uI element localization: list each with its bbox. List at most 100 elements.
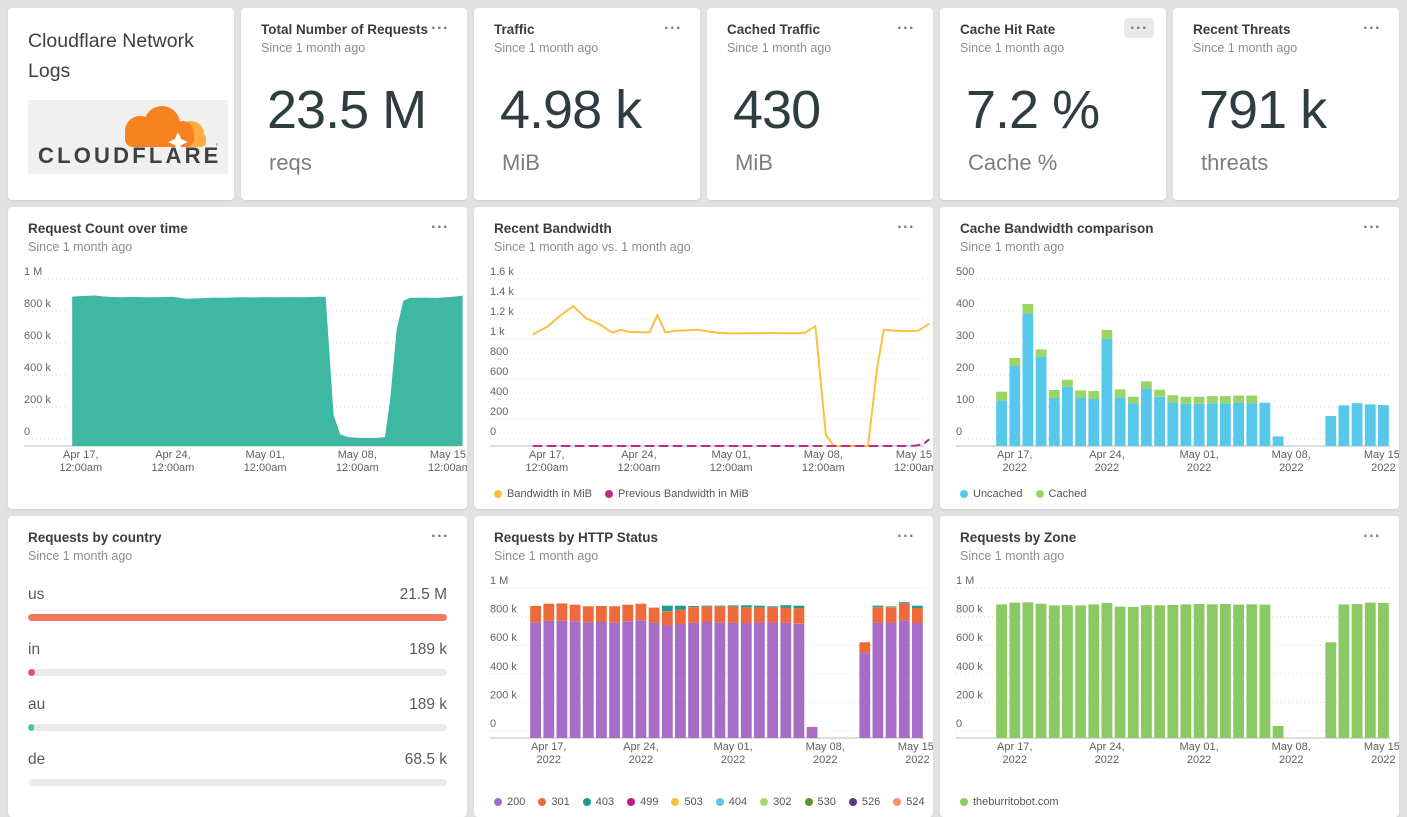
panel-kpi-total-requests: Total Number of Requests Since 1 month a… (241, 8, 467, 200)
legend-item[interactable]: 499 (627, 796, 658, 808)
more-menu-icon[interactable]: ... (425, 525, 455, 546)
more-menu-icon[interactable]: ... (1357, 216, 1387, 237)
legend-item[interactable]: 404 (715, 796, 747, 808)
legend-item[interactable]: 524 (893, 796, 925, 808)
svg-text:200 k: 200 k (490, 689, 517, 701)
svg-text:1.4 k: 1.4 k (490, 286, 514, 298)
svg-text:800 k: 800 k (490, 604, 517, 616)
legend-dot-icon (671, 798, 680, 806)
kpi-unit: Cache % (968, 150, 1058, 175)
legend-dot-icon (494, 798, 502, 806)
more-menu-icon[interactable]: ... (425, 17, 455, 38)
legend-item[interactable]: 301 (538, 796, 570, 808)
country-row[interactable]: in 189 k (28, 641, 447, 676)
http-status-chart[interactable]: 1 M 800 k 600 k 400 k 200 k 0 Apr 17, 2022 Apr 2… (474, 574, 933, 790)
svg-text:0: 0 (24, 426, 30, 438)
panel-subtitle: Since 1 month ago (28, 549, 133, 563)
legend-dot-icon (494, 490, 502, 498)
panel-subtitle: Since 1 month ago (1193, 41, 1298, 55)
legend-dot-icon (538, 798, 547, 806)
more-menu-icon[interactable]: ... (1124, 17, 1154, 38)
kpi-unit: MiB (735, 150, 773, 175)
legend-item[interactable]: 200 (494, 796, 525, 808)
svg-text:0: 0 (956, 718, 962, 730)
legend-item[interactable]: 526 (848, 796, 880, 808)
panel-kpi-traffic: Traffic Since 1 month ago ... 4.98 k MiB (474, 8, 700, 200)
country-bar-fill (28, 669, 36, 676)
dashboard-title: Cloudflare Network Logs (28, 30, 194, 83)
svg-text:Apr 17,12:00am: Apr 17, 12:00am (525, 449, 568, 474)
legend-item[interactable]: 503 (671, 796, 703, 808)
cache-bandwidth-chart[interactable]: 500 400 300 200 100 0 Apr 17, 2022 Apr 24, 2022 Ma… (940, 265, 1399, 501)
legend-label: 503 (684, 796, 703, 808)
legend-label: 499 (640, 796, 659, 808)
legend-label: Bandwidth in MiB (507, 488, 592, 500)
panel-subtitle: Since 1 month ago (960, 549, 1065, 563)
legend-item[interactable]: Cached (1035, 488, 1086, 500)
country-label: au (28, 696, 46, 713)
panel-title: Cache Hit Rate (960, 22, 1056, 37)
panel-subtitle: Since 1 month ago (960, 41, 1065, 55)
country-bar-fill (28, 724, 35, 731)
kpi-unit: reqs (269, 150, 312, 175)
svg-text:May 08,12:00am: May 08, 12:00am (802, 449, 845, 474)
country-bar-track (28, 779, 447, 786)
more-menu-icon[interactable]: ... (1357, 525, 1387, 546)
legend-item[interactable]: Uncached (960, 488, 1023, 500)
svg-text:May 15,2022: May 15,2022 (1364, 449, 1399, 474)
recent-bandwidth-chart[interactable]: 1.6 k 1.4 k 1.2 k 1 k 800 600 400 200 0 Apr 17, 12… (474, 265, 933, 501)
panel-title: Recent Bandwidth (494, 221, 612, 236)
panel-subtitle: Since 1 month ago (28, 240, 133, 254)
more-menu-icon[interactable]: ... (891, 216, 921, 237)
country-bar-track (28, 614, 447, 621)
legend-label: Uncached (973, 488, 1023, 500)
legend-dot-icon (715, 798, 724, 806)
requests-by-zone-chart[interactable]: 1 M 800 k 600 k 400 k 200 k 0 Apr 17, 2022 Apr 2… (940, 574, 1399, 790)
more-menu-icon[interactable]: ... (1357, 17, 1387, 38)
svg-text:200 k: 200 k (24, 394, 51, 406)
legend-item[interactable]: 530 (804, 796, 836, 808)
panel-http-status: Requests by HTTP Status Since 1 month ag… (474, 516, 933, 817)
svg-text:1.2 k: 1.2 k (490, 306, 514, 318)
legend-dot-icon (893, 798, 902, 806)
country-row[interactable]: au 189 k (28, 696, 447, 731)
more-menu-icon[interactable]: ... (891, 17, 921, 38)
more-menu-icon[interactable]: ... (658, 17, 688, 38)
chart-legend: 200 301 403 499 503 404 302 530 526 524 (494, 796, 925, 808)
country-row[interactable]: us 21.5 M (28, 586, 447, 621)
svg-text:May 08,2022: May 08, 2022 (1272, 741, 1311, 766)
country-value: 21.5 M (399, 586, 447, 603)
legend-item[interactable]: Previous Bandwidth in MiB (605, 488, 749, 500)
panel-subtitle: Since 1 month ago (960, 240, 1065, 254)
panel-kpi-cached-traffic: Cached Traffic Since 1 month ago ... 430… (707, 8, 933, 200)
legend-label: 403 (595, 796, 615, 808)
more-menu-icon[interactable]: ... (891, 525, 921, 546)
legend-item[interactable]: 302 (760, 796, 792, 808)
svg-text:May 08,2022: May 08, 2022 (806, 741, 845, 766)
legend-dot-icon (582, 798, 591, 806)
panel-subtitle: Since 1 month ago (494, 41, 599, 55)
country-bar-track (28, 669, 447, 676)
legend-item[interactable]: theburritobot.com (960, 796, 1059, 808)
svg-text:200: 200 (490, 406, 508, 418)
legend-item[interactable]: Bandwidth in MiB (494, 488, 592, 500)
legend-dot-icon (960, 798, 968, 806)
svg-text:May 15,2022: May 15,2022 (1364, 741, 1399, 766)
legend-label: theburritobot.com (973, 796, 1059, 808)
country-value: 189 k (409, 696, 447, 713)
panel-cache-bandwidth: Cache Bandwidth comparison Since 1 month… (940, 207, 1399, 509)
legend-dot-icon (627, 798, 636, 806)
panel-title: Requests by HTTP Status (494, 530, 659, 545)
panel-request-count: Request Count over time Since 1 month ag… (8, 207, 467, 509)
request-count-chart[interactable]: 1 M 800 k 600 k 400 k 200 k 0 Apr 17, 12:00am Ap… (8, 265, 467, 501)
svg-text:800 k: 800 k (956, 604, 983, 616)
cloudflare-logo-image: CLOUDFLARE ' (38, 106, 218, 168)
svg-text:May 15,12:00am: May 15, 12:00am (428, 449, 467, 474)
country-bar-fill (28, 779, 32, 786)
more-menu-icon[interactable]: ... (425, 216, 455, 237)
panel-title: Requests by Zone (960, 530, 1077, 545)
legend-item[interactable]: 403 (582, 796, 615, 808)
country-row[interactable]: de 68.5 k (28, 751, 447, 786)
svg-text:1 k: 1 k (490, 326, 505, 338)
panel-subtitle: Since 1 month ago (494, 549, 599, 563)
